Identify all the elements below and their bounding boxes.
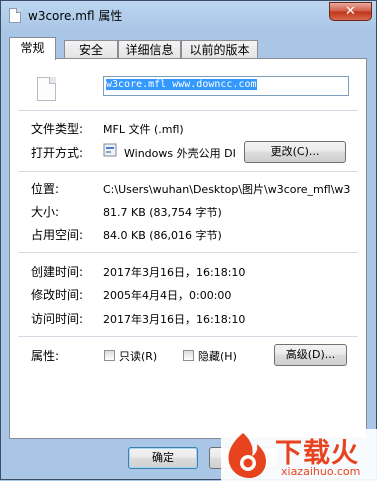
close-button[interactable]: ✕ [329, 2, 372, 21]
ok-button[interactable]: 确定 [128, 447, 198, 469]
size-value: 81.7 KB (83,754 字节) [103, 206, 222, 219]
size-on-disk-value: 84.0 KB (86,016 字节) [103, 229, 222, 242]
properties-window: w3core.mfl 属性 ✕ 常规 安全 详细信息 以前的版本 w3core.… [0, 0, 377, 481]
size-label: 大小: [31, 205, 60, 219]
file-name-value: w3core.mfl www.downcc.com [106, 79, 257, 90]
change-button[interactable]: 更改(C)... [244, 141, 346, 163]
created-label: 创建时间: [31, 265, 84, 279]
open-with-label: 打开方式: [31, 146, 84, 160]
location-label: 位置: [31, 182, 60, 196]
application-icon [103, 143, 117, 157]
modified-value: 2005年4月4日，0:00:00 [103, 289, 232, 302]
attributes-label: 属性: [31, 349, 60, 363]
title-bar[interactable]: w3core.mfl 属性 ✕ [1, 1, 377, 29]
hidden-label[interactable]: 隐藏(H) [198, 348, 237, 364]
open-with-value: Windows 外壳公用 DI [124, 147, 236, 160]
file-type-label: 文件类型: [31, 122, 84, 136]
divider [18, 171, 358, 172]
size-on-disk-label: 占用空间: [31, 228, 84, 242]
tab-security[interactable]: 安全 [64, 40, 118, 59]
document-icon [37, 77, 56, 101]
accessed-label: 访问时间: [31, 312, 84, 326]
accessed-value: 2017年3月16日，16:18:10 [103, 313, 246, 326]
file-type-value: MFL 文件 (.mfl) [103, 123, 184, 136]
divider [18, 110, 358, 111]
location-value: C:\Users\wuhan\Desktop\图片\w3core_mfl\w3 [103, 183, 351, 196]
advanced-button[interactable]: 高级(D)... [274, 344, 347, 366]
file-icon [9, 8, 21, 23]
tab-general[interactable]: 常规 [9, 37, 56, 60]
tab-previous-versions[interactable]: 以前的版本 [181, 40, 258, 59]
readonly-label[interactable]: 只读(R) [119, 348, 157, 364]
created-value: 2017年3月16日，16:18:10 [103, 266, 246, 279]
divider [18, 336, 358, 337]
modified-label: 修改时间: [31, 288, 84, 302]
file-name-input[interactable]: w3core.mfl www.downcc.com [103, 76, 349, 96]
tab-details[interactable]: 详细信息 [118, 40, 181, 59]
general-tab-panel [9, 58, 367, 439]
window-title: w3core.mfl 属性 [28, 9, 123, 23]
readonly-checkbox[interactable] [104, 350, 115, 361]
hidden-checkbox[interactable] [183, 350, 194, 361]
watermark-domain: xiazaihuo.com [281, 465, 361, 478]
divider [18, 252, 358, 253]
watermark: 下载火 xiazaihuo.com [221, 429, 377, 481]
